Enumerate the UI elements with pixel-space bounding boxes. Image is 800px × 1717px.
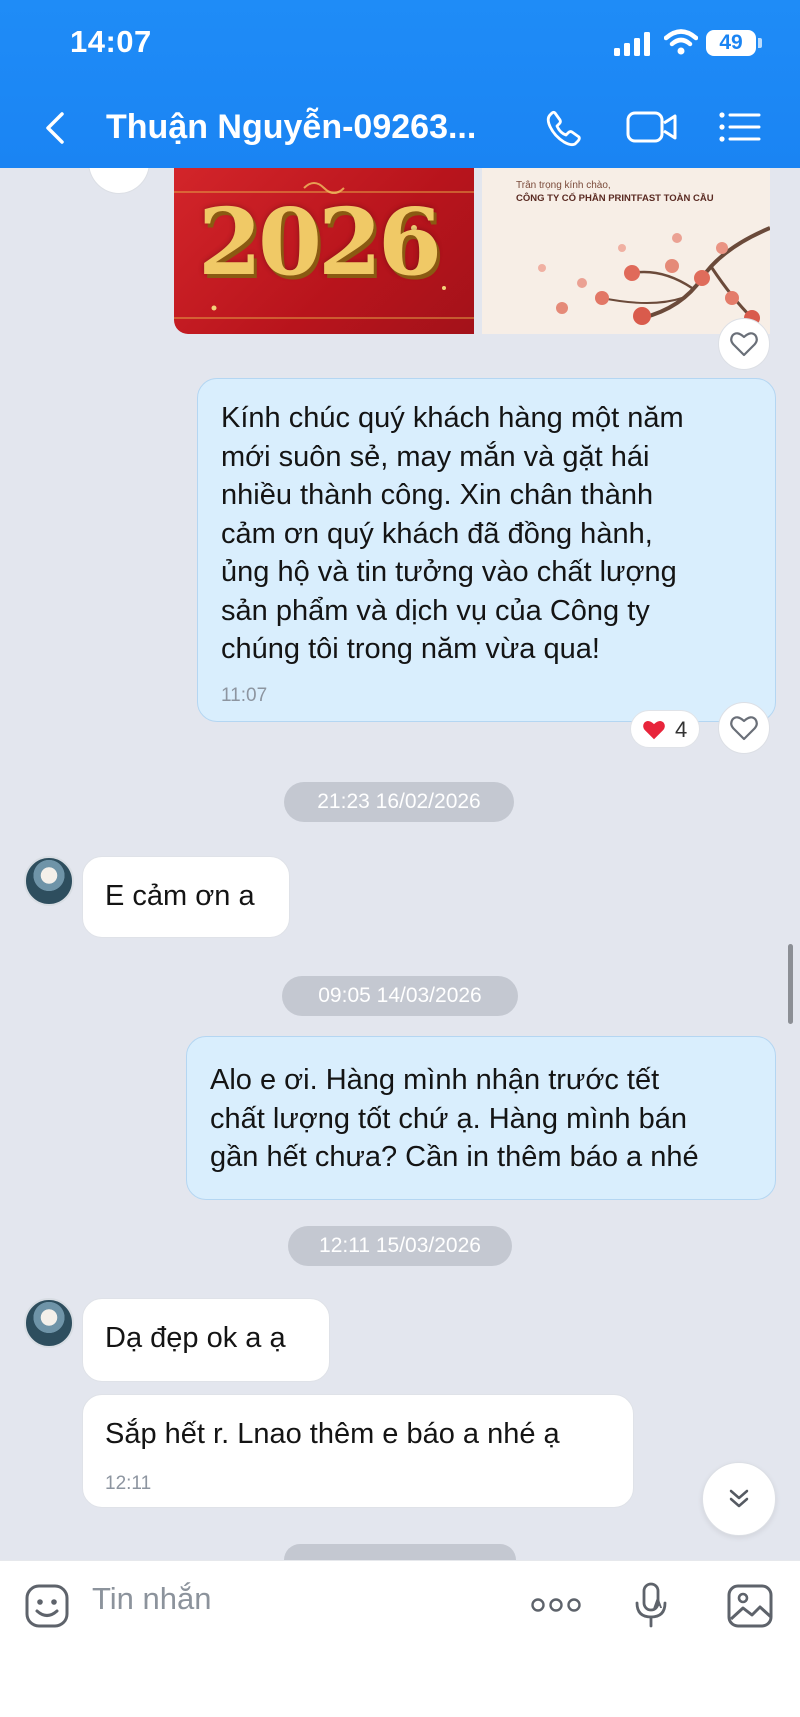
video-camera-icon[interactable] [626, 110, 678, 144]
card-greeting-text: Trân trọng kính chào, [516, 180, 611, 191]
image-gallery-icon[interactable] [726, 1583, 774, 1629]
back-chevron-icon[interactable] [40, 110, 68, 146]
heart-filled-icon [643, 720, 665, 740]
new-year-card-image[interactable]: 2026 [174, 168, 474, 334]
date-separator: 21:23 16/02/2026 [284, 782, 514, 822]
double-chevron-down-icon [729, 1489, 749, 1508]
cellular-signal-icon [614, 32, 650, 56]
message-text: Dạ đẹp ok a ạ [105, 1322, 286, 1354]
chat-scrollbar[interactable] [788, 944, 793, 1024]
contact-avatar[interactable] [24, 856, 74, 906]
date-separator: 12:11 15/03/2026 [288, 1226, 512, 1266]
more-dots-icon[interactable] [530, 1597, 582, 1613]
contact-avatar[interactable] [24, 1298, 74, 1348]
voice-to-text-icon[interactable]: A [634, 1581, 668, 1629]
incoming-message-thanks[interactable]: E cảm ơn a [82, 856, 290, 938]
message-text: Alo e ơi. Hàng mình nhận trước tết chất … [210, 1064, 699, 1173]
status-bar-time: 14:07 [70, 24, 152, 59]
contact-name[interactable]: Thuận Nguyễn-09263... [106, 108, 476, 147]
message-input[interactable]: Tin nhắn [92, 1581, 212, 1617]
chat-header: 14:07 49 Thuận Nguyễn-09263... [0, 0, 800, 168]
card-year-text: 2026 [198, 188, 442, 296]
heart-outline-icon [730, 716, 758, 741]
sticker-icon[interactable] [24, 1583, 70, 1629]
wifi-icon [664, 29, 698, 55]
incoming-message-reply2[interactable]: Sắp hết r. Lnao thêm e báo a nhé ạ 12:11 [82, 1394, 634, 1508]
company-greeting-card-image[interactable]: Trân trọng kính chào, CÔNG TY CỔ PHẦN PR… [482, 168, 770, 334]
message-time: 11:07 [221, 685, 268, 706]
heart-outline-icon [730, 332, 758, 357]
message-text: E cảm ơn a [105, 880, 255, 912]
blossom-branch-illustration [538, 226, 770, 326]
scroll-to-bottom-button[interactable] [702, 1462, 776, 1536]
reaction-summary[interactable]: 4 [630, 710, 700, 748]
message-text: Sắp hết r. Lnao thêm e báo a nhé ạ [105, 1418, 560, 1450]
outgoing-message-question[interactable]: Alo e ơi. Hàng mình nhận trước tết chất … [186, 1036, 776, 1200]
like-button[interactable] [718, 702, 770, 754]
reaction-count: 4 [675, 717, 688, 742]
battery-tip [758, 38, 762, 48]
svg-text:A: A [653, 1596, 663, 1611]
like-button[interactable] [718, 318, 770, 370]
phone-icon[interactable] [544, 108, 584, 148]
battery-indicator: 49 [706, 30, 756, 56]
date-separator-partial [284, 1544, 516, 1560]
date-separator: 09:05 14/03/2026 [282, 976, 518, 1016]
message-input-bar: Tin nhắn A [0, 1560, 800, 1717]
incoming-message-reply1[interactable]: Dạ đẹp ok a ạ [82, 1298, 330, 1382]
message-time: 12:11 [105, 1473, 152, 1494]
list-menu-icon[interactable] [718, 110, 762, 144]
message-text: Kính chúc quý khách hàng một năm mới suô… [221, 402, 684, 665]
outgoing-message-greeting[interactable]: Kính chúc quý khách hàng một năm mới suô… [197, 378, 776, 722]
